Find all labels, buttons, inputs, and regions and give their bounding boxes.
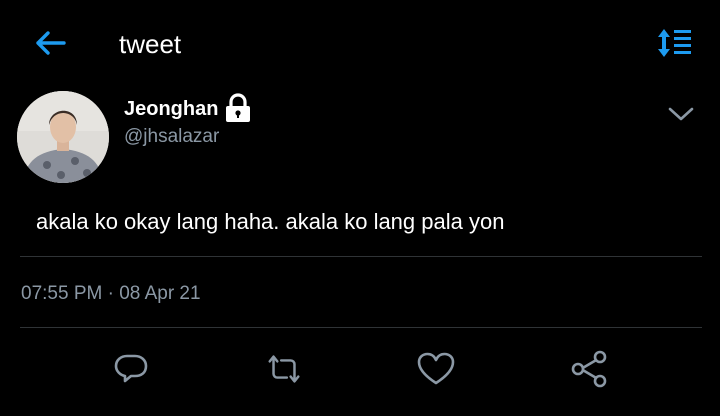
avatar[interactable] (17, 91, 109, 183)
meta-separator: · (107, 283, 114, 304)
retweet-button[interactable] (264, 349, 304, 389)
back-button[interactable] (32, 28, 68, 58)
tweet-time: 07:55 PM (21, 283, 103, 304)
tweet-timestamp: 07:55 PM · 08 Apr 21 (21, 281, 201, 307)
page-title: tweet (119, 29, 182, 59)
divider (20, 256, 702, 257)
tweet-date: 08 Apr 21 (119, 283, 201, 304)
heart-icon (417, 352, 455, 385)
arrow-left-icon (36, 31, 66, 55)
divider (20, 327, 702, 328)
chevron-down-icon (668, 107, 694, 121)
sort-list-icon (658, 29, 691, 57)
like-button[interactable] (416, 349, 456, 389)
share-button[interactable] (569, 349, 609, 389)
share-icon (571, 350, 607, 388)
top-bar: tweet (0, 0, 720, 88)
user-handle[interactable]: @jhsalazar (124, 125, 219, 149)
tweet-text: akala ko okay lang haha. akala ko lang p… (36, 209, 505, 234)
retweet-icon (268, 355, 300, 383)
reply-button[interactable] (111, 349, 151, 389)
reply-icon (114, 354, 148, 383)
more-options-button[interactable] (664, 100, 698, 128)
display-name[interactable]: Jeonghan (124, 97, 218, 121)
lock-icon (222, 93, 254, 123)
sort-button[interactable] (654, 26, 694, 60)
profile-photo (17, 91, 109, 183)
